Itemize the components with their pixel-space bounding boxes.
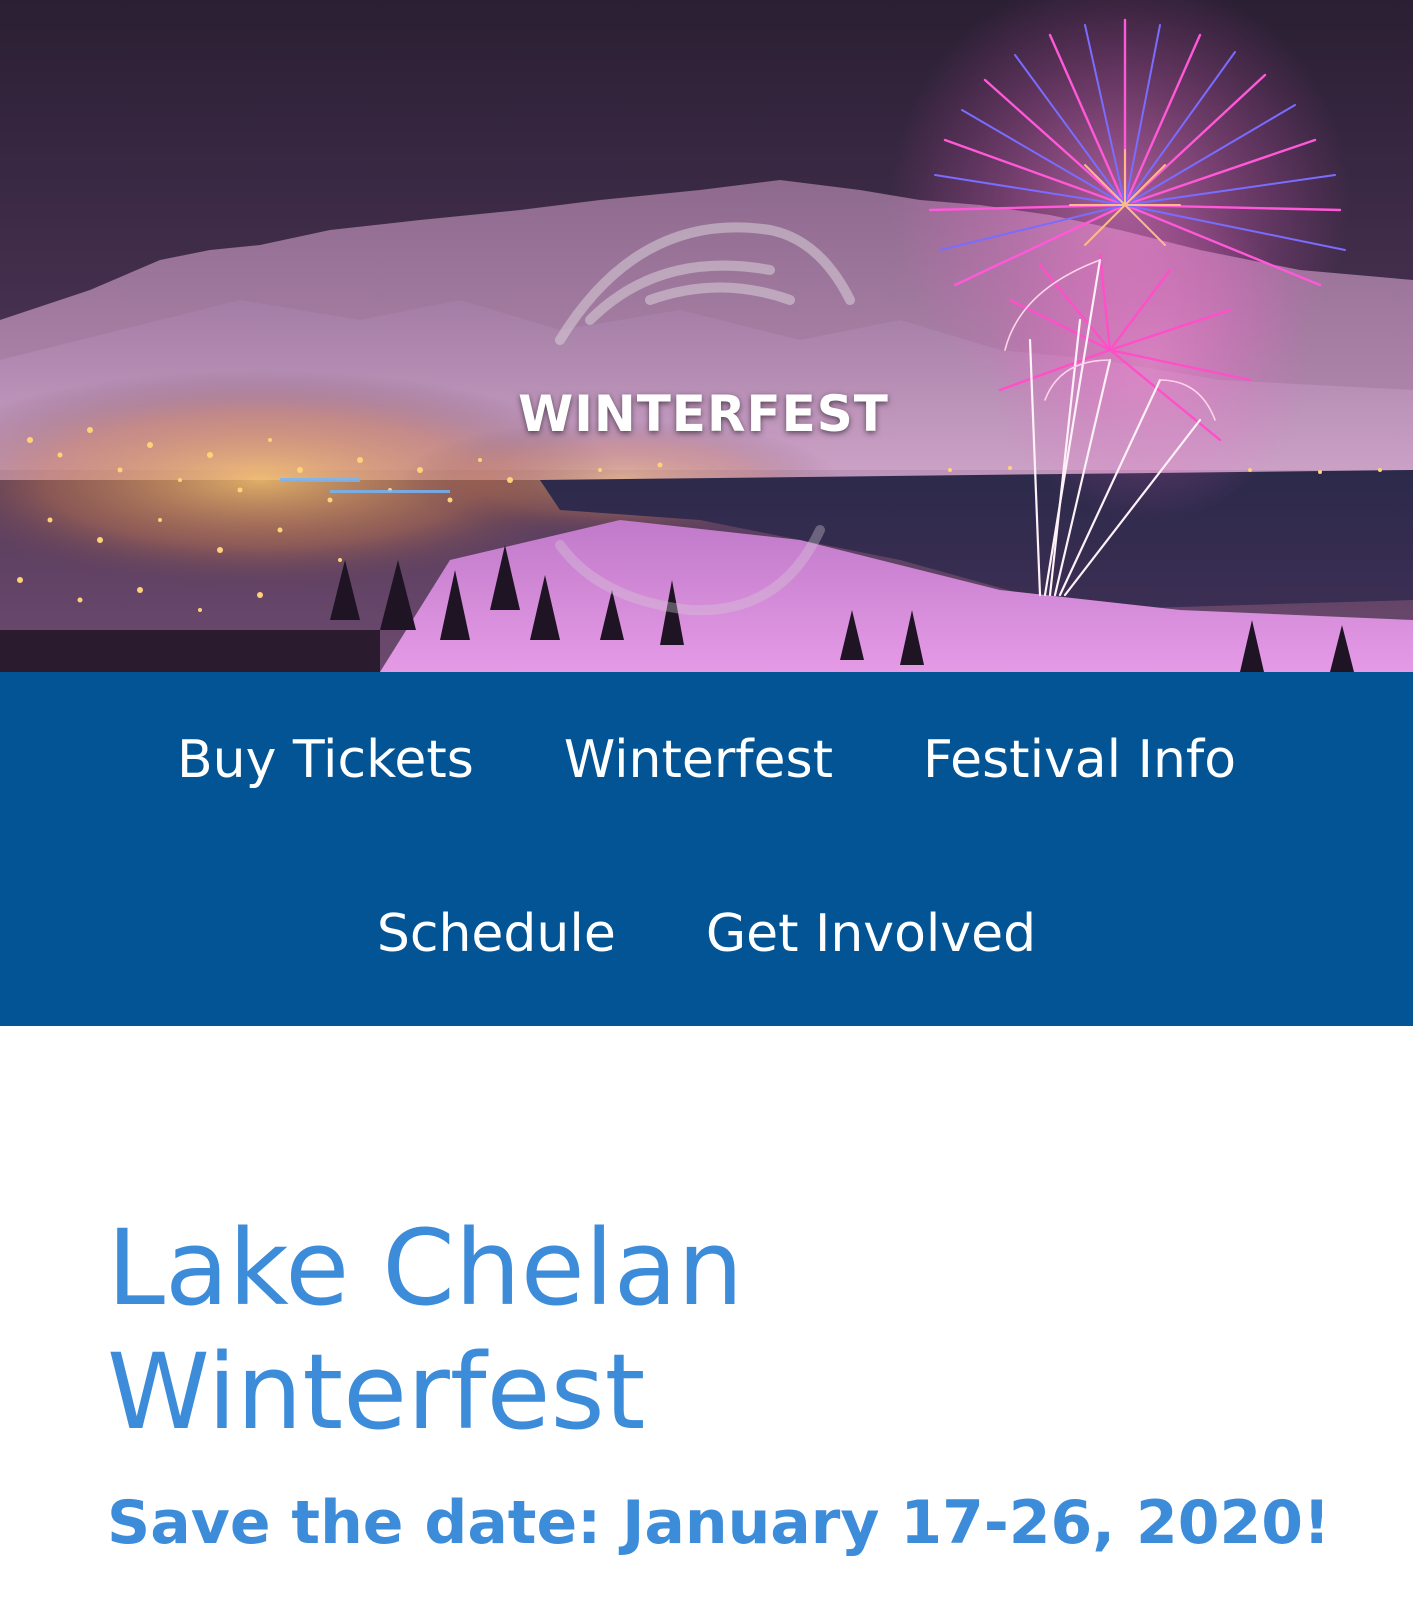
nav-buy-tickets[interactable]: Buy Tickets bbox=[177, 730, 474, 790]
page-title-line-2: Winterfest bbox=[107, 1331, 646, 1453]
hero-image bbox=[0, 0, 1413, 672]
nav-schedule[interactable]: Schedule bbox=[377, 904, 616, 964]
hero-banner: WINTERFEST bbox=[0, 0, 1413, 672]
main-navigation: Buy Tickets Winterfest Festival Info Sch… bbox=[0, 672, 1413, 1026]
winterfest-logo-text: WINTERFEST bbox=[518, 385, 889, 443]
page-title: Lake Chelan Winterfest bbox=[107, 1206, 743, 1454]
nav-row-top: Buy Tickets Winterfest Festival Info bbox=[0, 730, 1413, 790]
nav-get-involved[interactable]: Get Involved bbox=[706, 904, 1036, 964]
nav-winterfest[interactable]: Winterfest bbox=[564, 730, 833, 790]
save-the-date-tagline: Save the date: January 17-26, 2020! bbox=[107, 1488, 1331, 1558]
nav-festival-info[interactable]: Festival Info bbox=[923, 730, 1236, 790]
main-content: Lake Chelan Winterfest Save the date: Ja… bbox=[0, 1026, 1413, 1608]
page-title-line-1: Lake Chelan bbox=[107, 1207, 744, 1329]
nav-row-bottom: Schedule Get Involved bbox=[0, 904, 1413, 964]
